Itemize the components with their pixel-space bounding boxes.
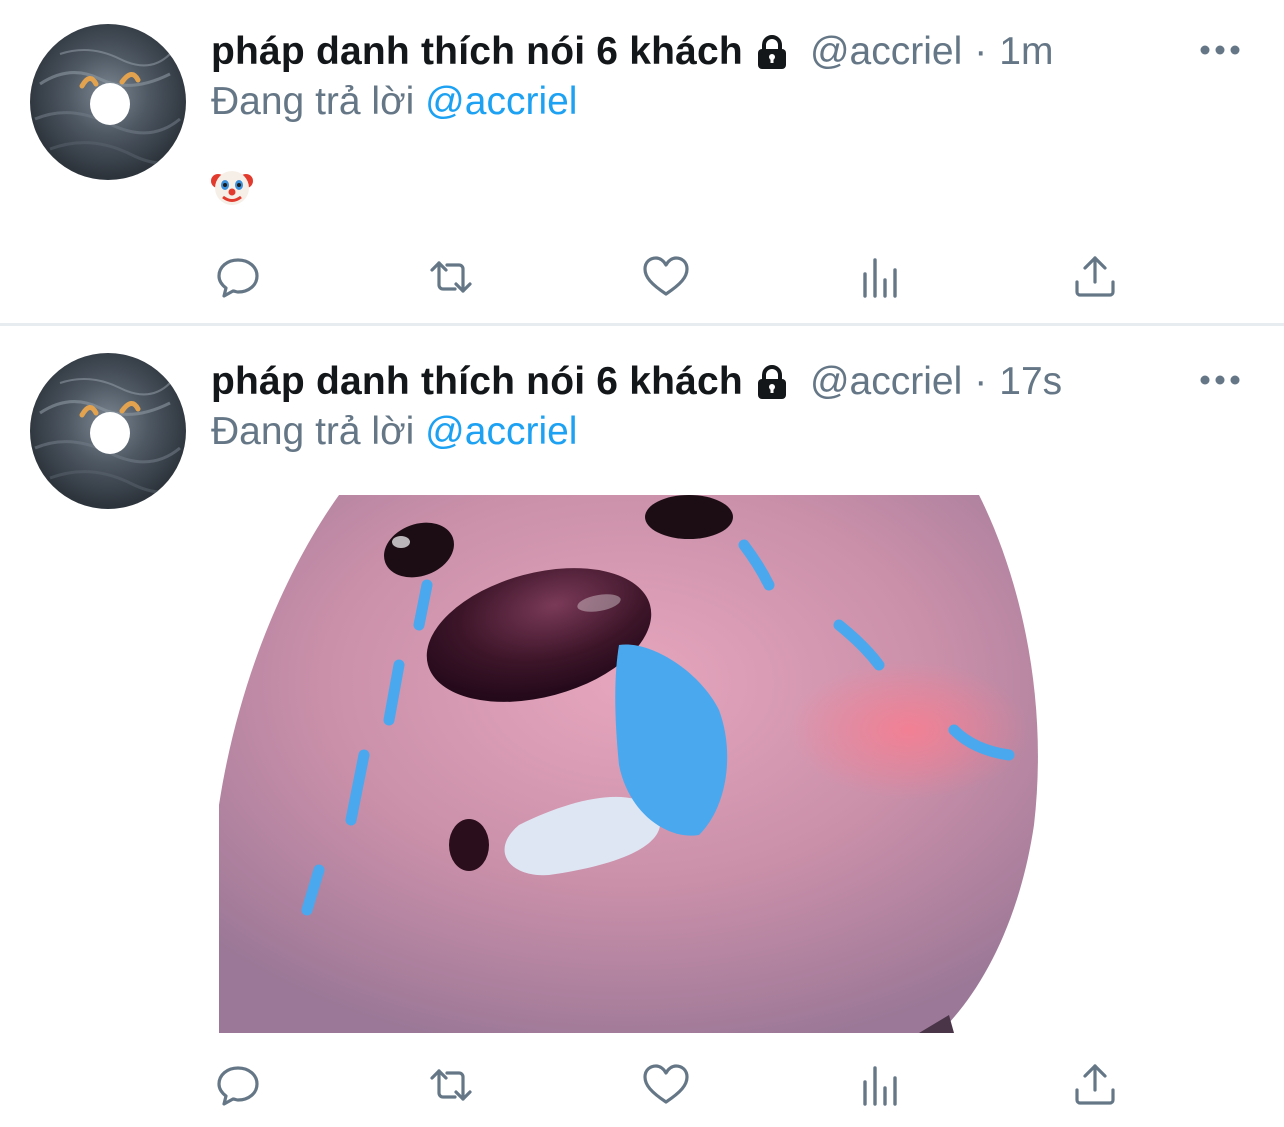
avatar[interactable]	[30, 24, 186, 180]
crying-pink-blob-image	[219, 495, 1038, 1033]
tweet-actions	[0, 1060, 1284, 1110]
reply-context: Đang trả lời @accriel	[211, 80, 577, 124]
like-icon[interactable]	[641, 252, 691, 302]
reply-prefix: Đang trả lời	[211, 80, 415, 123]
reply-handle-link[interactable]: @accriel	[425, 410, 577, 453]
timestamp[interactable]: 1m	[999, 30, 1053, 74]
tweet-actions	[0, 252, 1284, 302]
like-icon[interactable]	[641, 1060, 691, 1110]
handle[interactable]: @accriel	[810, 30, 962, 74]
separator-dot: ·	[974, 360, 988, 403]
tweet-media-image[interactable]	[219, 495, 1166, 1033]
more-icon[interactable]	[1198, 40, 1242, 60]
lock-icon	[752, 362, 792, 402]
reply-handle-link[interactable]: @accriel	[425, 80, 577, 123]
share-icon[interactable]	[1070, 252, 1120, 302]
tweet[interactable]: pháp danh thích nói 6 khách @accriel · 1…	[0, 329, 1284, 1127]
reply-context: Đang trả lời @accriel	[211, 410, 577, 454]
avatar[interactable]	[30, 353, 186, 509]
share-icon[interactable]	[1070, 1060, 1120, 1110]
avatar-image	[34, 49, 182, 165]
reply-icon[interactable]	[213, 252, 263, 302]
handle[interactable]: @accriel	[810, 360, 962, 404]
lock-icon	[752, 32, 792, 72]
retweet-icon[interactable]	[426, 1060, 476, 1110]
display-name[interactable]: pháp danh thích nói 6 khách	[211, 360, 743, 404]
separator-dot: ·	[974, 30, 988, 73]
retweet-icon[interactable]	[426, 252, 476, 302]
clown-face-emoji	[211, 166, 253, 208]
tweet-header: pháp danh thích nói 6 khách @accriel · 1…	[211, 27, 1053, 77]
analytics-icon[interactable]	[857, 1060, 907, 1110]
timestamp[interactable]: 17s	[999, 360, 1062, 404]
reply-icon[interactable]	[213, 1060, 263, 1110]
avatar-image	[34, 378, 182, 494]
more-icon[interactable]	[1198, 370, 1242, 390]
tweet-header: pháp danh thích nói 6 khách @accriel · 1…	[211, 357, 1062, 407]
reply-prefix: Đang trả lời	[211, 410, 415, 453]
display-name[interactable]: pháp danh thích nói 6 khách	[211, 30, 743, 74]
tweet[interactable]: pháp danh thích nói 6 khách @accriel · 1…	[0, 0, 1284, 326]
analytics-icon[interactable]	[857, 252, 907, 302]
